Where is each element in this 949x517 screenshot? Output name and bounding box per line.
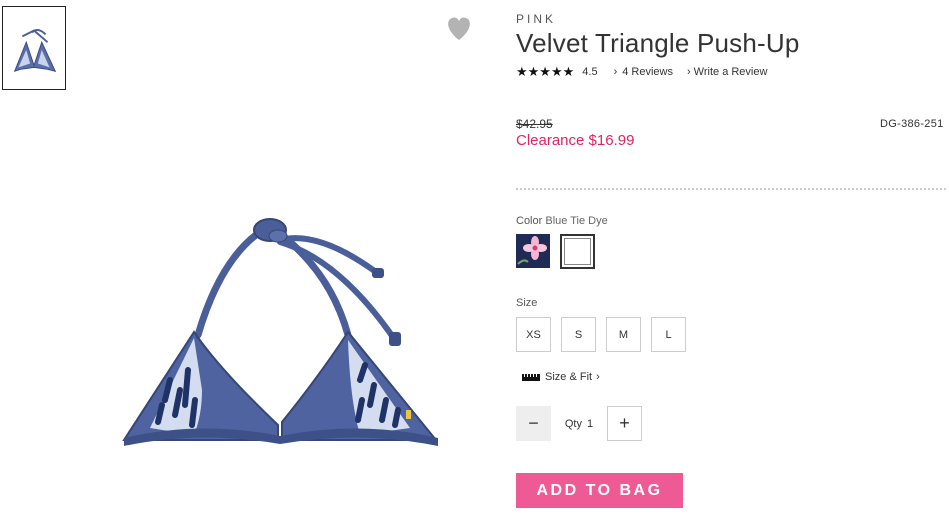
product-thumbnail[interactable]: [2, 6, 66, 90]
product-sku: DG-386-251: [880, 118, 944, 130]
color-label-text: Color: [516, 215, 543, 227]
quantity-stepper: − Qty 1 +: [516, 406, 642, 441]
color-label: Color Blue Tie Dye: [516, 215, 608, 227]
product-title: Velvet Triangle Push-Up: [516, 28, 800, 58]
reviews-link[interactable]: › 4 Reviews: [614, 66, 673, 78]
bikini-thumbnail-image: [13, 29, 57, 73]
quantity-decrease-button[interactable]: −: [516, 406, 551, 441]
reviews-link-label: 4 Reviews: [622, 66, 673, 78]
color-swatch-blue-tie-dye[interactable]: [560, 234, 595, 269]
write-review-label: Write a Review: [693, 66, 768, 78]
size-option-s[interactable]: S: [561, 317, 596, 352]
size-label: Size: [516, 297, 538, 309]
quantity-label: Qty: [564, 417, 582, 430]
quantity-increase-button[interactable]: +: [607, 406, 642, 441]
brand-name: PINK: [516, 12, 557, 26]
color-swatch-floral[interactable]: [516, 234, 550, 268]
size-fit-label: Size & Fit: [545, 371, 593, 383]
size-options: XS S M L: [516, 317, 686, 352]
original-price: $42.95: [516, 117, 553, 131]
color-value: Blue Tie Dye: [545, 215, 608, 227]
chevron-right-icon: ›: [687, 66, 691, 78]
product-main-image: [122, 218, 439, 446]
chevron-right-icon: ›: [596, 371, 600, 383]
swatch-inner: [564, 238, 591, 265]
size-option-xs[interactable]: XS: [516, 317, 551, 352]
rating-row: ★★★★★ 4.5 › 4 Reviews › Write a Review: [516, 64, 767, 80]
clearance-price: Clearance $16.99: [516, 132, 635, 149]
favorite-heart-icon[interactable]: [444, 14, 474, 42]
write-review-link[interactable]: › Write a Review: [687, 66, 767, 78]
size-fit-link[interactable]: Size & Fit ›: [522, 371, 600, 383]
ruler-icon: [522, 373, 540, 381]
quantity-value: 1: [587, 417, 594, 430]
size-option-l[interactable]: L: [651, 317, 686, 352]
size-option-m[interactable]: M: [606, 317, 641, 352]
star-rating-icon: ★★★★★: [516, 64, 575, 79]
divider: [516, 188, 946, 190]
quantity-display: Qty 1: [551, 418, 607, 430]
chevron-right-icon: ›: [613, 66, 618, 78]
rating-value: 4.5: [582, 66, 598, 78]
add-to-bag-button[interactable]: ADD TO BAG: [516, 473, 683, 508]
